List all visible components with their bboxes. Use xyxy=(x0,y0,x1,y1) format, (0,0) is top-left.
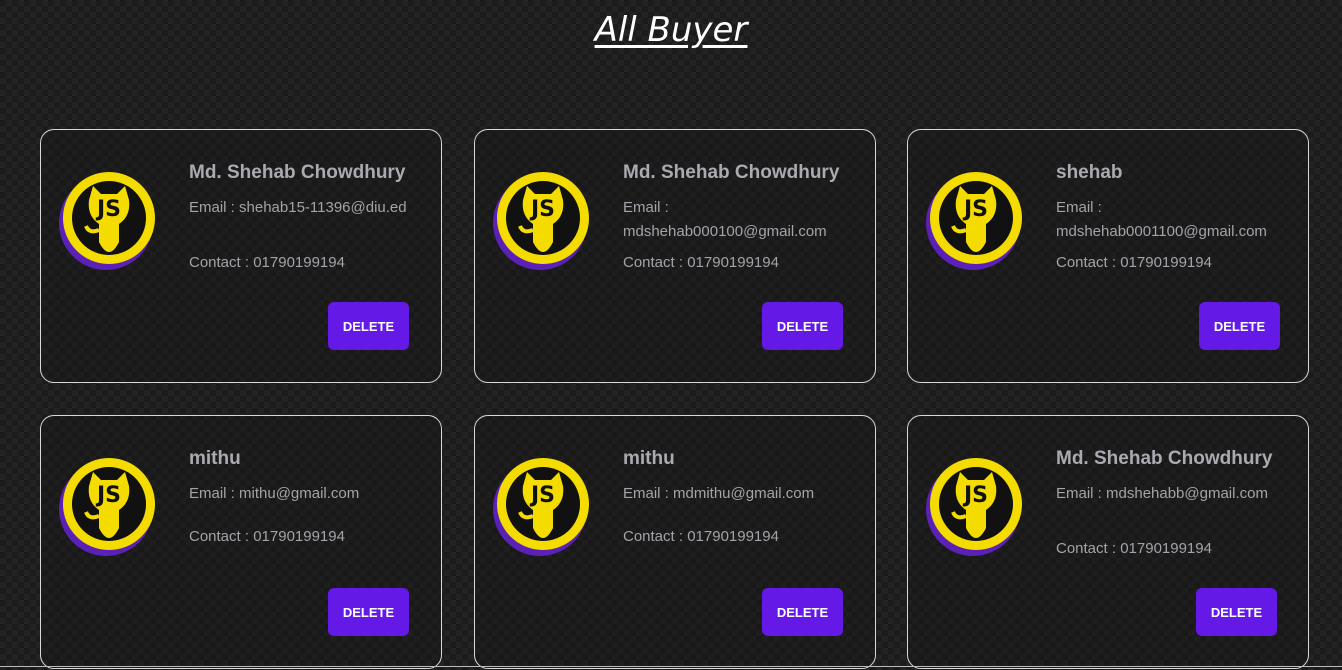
buyer-name: mithu xyxy=(189,448,241,469)
buyer-email: Email : mdshehab0001100@gmail.com xyxy=(1056,199,1267,240)
js-octocat-icon: JS xyxy=(926,456,1024,557)
svg-text:JS: JS xyxy=(95,197,121,222)
buyer-email: Email : mdshehabb@gmail.com xyxy=(1056,485,1268,502)
buyer-contact: Contact : 01790199194 xyxy=(623,254,779,271)
page-divider xyxy=(0,666,1342,667)
js-octocat-icon: JS xyxy=(493,170,591,271)
delete-button[interactable]: DELETE xyxy=(1196,588,1277,636)
buyer-name: Md. Shehab Chowdhury xyxy=(1056,448,1273,469)
buyer-card: JS Md. Shehab Chowdhury Email : mdshehab… xyxy=(474,129,876,383)
buyer-name: shehab xyxy=(1056,162,1123,183)
delete-button[interactable]: DELETE xyxy=(328,302,409,350)
page-title: All Buyer xyxy=(594,10,748,50)
js-octocat-icon: JS xyxy=(59,456,157,557)
delete-button[interactable]: DELETE xyxy=(328,588,409,636)
buyer-name: Md. Shehab Chowdhury xyxy=(623,162,840,183)
svg-text:JS: JS xyxy=(962,197,988,222)
delete-button[interactable]: DELETE xyxy=(762,302,843,350)
buyer-card: JS shehab Email : mdshehab0001100@gmail.… xyxy=(907,129,1309,383)
buyer-contact: Contact : 01790199194 xyxy=(189,254,345,271)
buyer-contact: Contact : 01790199194 xyxy=(1056,254,1212,271)
buyer-contact: Contact : 01790199194 xyxy=(189,528,345,545)
buyer-card: JS mithu Email : mdmithu@gmail.com Conta… xyxy=(474,415,876,669)
svg-text:JS: JS xyxy=(962,483,988,508)
svg-text:JS: JS xyxy=(95,483,121,508)
buyer-card: JS Md. Shehab Chowdhury Email : mdshehab… xyxy=(907,415,1309,669)
buyer-contact: Contact : 01790199194 xyxy=(623,528,779,545)
buyer-email: Email : mdmithu@gmail.com xyxy=(623,485,815,502)
js-octocat-icon: JS xyxy=(493,456,591,557)
buyer-contact: Contact : 01790199194 xyxy=(1056,540,1212,557)
buyer-email: Email : mithu@gmail.com xyxy=(189,485,360,502)
delete-button[interactable]: DELETE xyxy=(1199,302,1280,350)
buyer-card: JS Md. Shehab Chowdhury Email : shehab15… xyxy=(40,129,442,383)
delete-button[interactable]: DELETE xyxy=(762,588,843,636)
js-octocat-icon: JS xyxy=(59,170,157,271)
buyer-name: mithu xyxy=(623,448,675,469)
svg-text:JS: JS xyxy=(529,483,555,508)
svg-text:JS: JS xyxy=(529,197,555,222)
buyer-card: JS mithu Email : mithu@gmail.com Contact… xyxy=(40,415,442,669)
buyer-name: Md. Shehab Chowdhury xyxy=(189,162,406,183)
buyer-email: Email : mdshehab000100@gmail.com xyxy=(623,199,827,240)
js-octocat-icon: JS xyxy=(926,170,1024,271)
buyer-email: Email : shehab15-11396@diu.ed xyxy=(189,199,407,216)
